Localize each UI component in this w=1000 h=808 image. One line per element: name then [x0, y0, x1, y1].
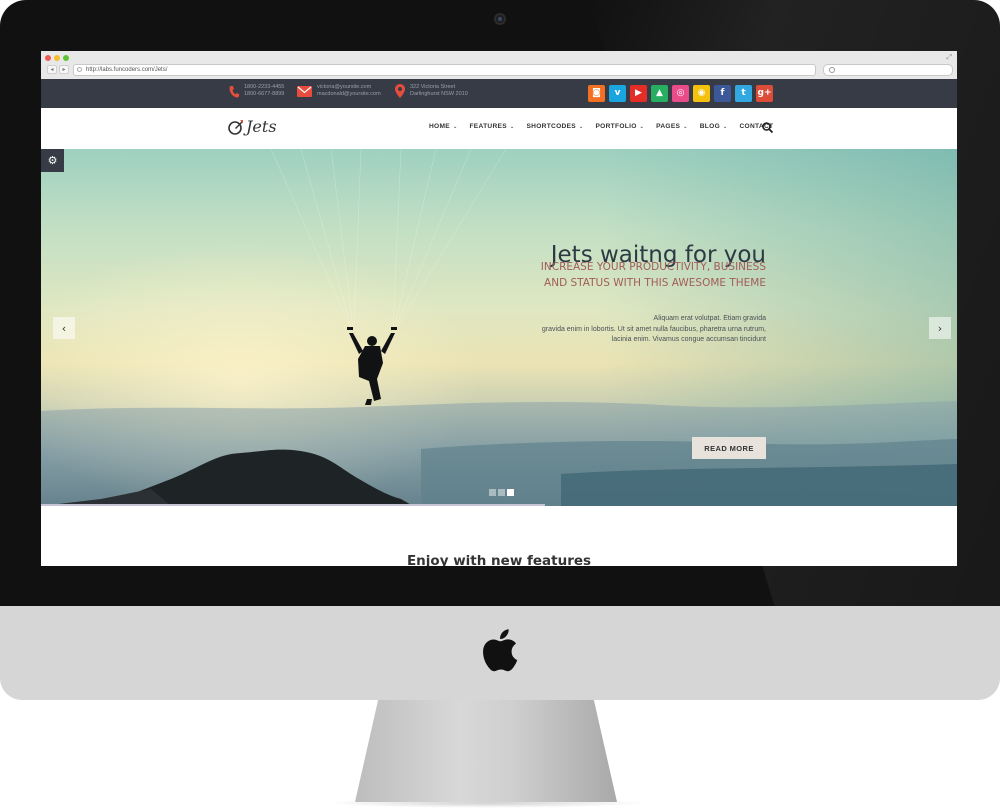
read-more-button[interactable]: READ MORE — [692, 437, 766, 459]
dribbble-icon[interactable]: ◎ — [672, 85, 689, 102]
hero-text-line: gravida enim in lobortis. Ut sit amet nu… — [541, 325, 766, 333]
phone-2: 1800-6677-8899 — [244, 91, 285, 97]
chevron-down-icon: ⌄ — [639, 123, 645, 130]
github-icon[interactable]: ◉ — [693, 85, 710, 102]
address-1: 322 Victoria Street — [410, 84, 456, 90]
slider-progress-fill — [41, 504, 545, 506]
social-links: ◙ v ▶ ▲ ◎ ◉ f t g+ — [588, 85, 773, 102]
site-logo[interactable]: Jets — [228, 117, 277, 136]
logo-text: Jets — [246, 117, 277, 136]
vimeo-icon[interactable]: v — [609, 85, 626, 102]
phone-1: 1800-2233-4455 — [244, 84, 285, 90]
camera-icon — [494, 13, 506, 25]
chevron-down-icon: ⌄ — [723, 123, 728, 130]
chevron-down-icon: ⌄ — [683, 123, 688, 130]
envelope-icon — [297, 85, 312, 97]
menu-item-label: BLOG — [699, 123, 720, 130]
slider-dot[interactable] — [489, 489, 496, 496]
paraglider-scene-image — [41, 149, 957, 506]
menu-item-label: SHORTCODES — [526, 123, 576, 130]
email-1[interactable]: victoria@yoursite.com — [317, 84, 381, 91]
page-icon — [77, 67, 82, 72]
address-bar[interactable]: http://labs.funcoders.com/Jets/ — [73, 64, 816, 76]
browser-search-input[interactable] — [823, 64, 953, 76]
map-pin-icon — [395, 84, 405, 98]
contact-address: 322 Victoria Street Darlinghurst NSW 201… — [395, 84, 468, 98]
slider-dot[interactable] — [507, 489, 514, 496]
screen: ◂ ▸ http://labs.funcoders.com/Jets/ ⤢ 18… — [41, 51, 957, 566]
google-drive-icon[interactable]: ▲ — [651, 85, 668, 102]
search-icon — [829, 67, 835, 73]
hero-body-text: Aliquam erat volutpat. Etiam gravida gra… — [542, 314, 766, 346]
menu-item-features[interactable]: FEATURES ⌄ — [469, 123, 514, 130]
email-2[interactable]: macdonald@yoursite.com — [317, 91, 381, 98]
slider-prev-button[interactable]: ‹ — [53, 317, 75, 339]
close-window-button[interactable] — [45, 55, 51, 61]
phone-icon — [229, 85, 239, 97]
url-text: http://labs.funcoders.com/Jets/ — [86, 67, 168, 73]
twitter-icon[interactable]: t — [735, 85, 752, 102]
slider-pagination — [489, 489, 514, 496]
forward-button[interactable]: ▸ — [59, 65, 69, 74]
chevron-down-icon: ⌄ — [578, 123, 584, 130]
hero-subtitle: INCREASE YOUR PRODUCTIVITY, BUSINESS AND… — [541, 259, 766, 291]
menu-item-home[interactable]: HOME ⌄ — [429, 123, 457, 130]
browser-toolbar: ◂ ▸ http://labs.funcoders.com/Jets/ ⤢ — [41, 51, 957, 80]
menu-item-label: HOME — [429, 123, 450, 130]
rocket-logo-icon — [228, 119, 243, 135]
menu-item-pages[interactable]: PAGES ⌄ — [656, 123, 688, 130]
main-menu: HOME ⌄ FEATURES ⌄ SHORTCODES ⌄ PORTFOLIO ⌄ PAGES… — [429, 123, 785, 130]
slider-dot[interactable] — [498, 489, 505, 496]
apple-logo-icon — [483, 629, 518, 672]
chevron-down-icon: ⌄ — [452, 123, 458, 130]
settings-gear-button[interactable]: ⚙ — [41, 149, 64, 172]
imac-stand — [355, 698, 617, 802]
slider-next-button[interactable]: › — [929, 317, 951, 339]
hero-text-line: Aliquam erat volutpat. Etiam gravida — [653, 315, 766, 322]
maximize-window-button[interactable] — [63, 55, 69, 61]
menu-item-label: FEATURES — [469, 123, 507, 130]
top-contact-bar: 1800-2233-4455 1800-6677-8899 victoria@y… — [41, 79, 957, 108]
fullscreen-icon[interactable]: ⤢ — [946, 54, 952, 61]
hero-subtitle-line: AND STATUS WITH THIS AWESOME THEME — [544, 277, 766, 289]
chevron-down-icon: ⌄ — [509, 123, 515, 130]
googleplus-icon[interactable]: g+ — [756, 85, 773, 102]
menu-item-label: PORTFOLIO — [595, 123, 637, 130]
site-search-icon[interactable] — [762, 122, 773, 133]
site-header: Jets HOME ⌄ FEATURES ⌄ SHORTCODES ⌄ PORTFOLIO ⌄… — [41, 108, 957, 150]
section-title: Enjoy with new features — [406, 553, 592, 566]
history-buttons: ◂ ▸ — [47, 65, 69, 74]
menu-item-label: PAGES — [656, 123, 681, 130]
back-button[interactable]: ◂ — [47, 65, 57, 74]
hero-subtitle-line: INCREASE YOUR PRODUCTIVITY, BUSINESS — [540, 261, 766, 273]
menu-item-portfolio[interactable]: PORTFOLIO ⌄ — [595, 123, 644, 130]
youtube-icon[interactable]: ▶ — [630, 85, 647, 102]
slider-progress-bar — [41, 504, 957, 506]
minimize-window-button[interactable] — [54, 55, 60, 61]
rss-icon[interactable]: ◙ — [588, 85, 605, 102]
contact-phone: 1800-2233-4455 1800-6677-8899 — [229, 84, 284, 98]
menu-item-blog[interactable]: BLOG ⌄ — [700, 123, 728, 130]
menu-item-shortcodes[interactable]: SHORTCODES ⌄ — [526, 123, 583, 130]
hero-text-line: lacinia enim. Vivamus congue accumsan ti… — [611, 336, 766, 343]
address-2: Darlinghurst NSW 2010 — [410, 91, 468, 97]
hero-slider: Jets waitng for you INCREASE YOUR PRODUC… — [41, 149, 957, 506]
contact-email: victoria@yoursite.com macdonald@yoursite… — [297, 84, 381, 98]
facebook-icon[interactable]: f — [714, 85, 731, 102]
